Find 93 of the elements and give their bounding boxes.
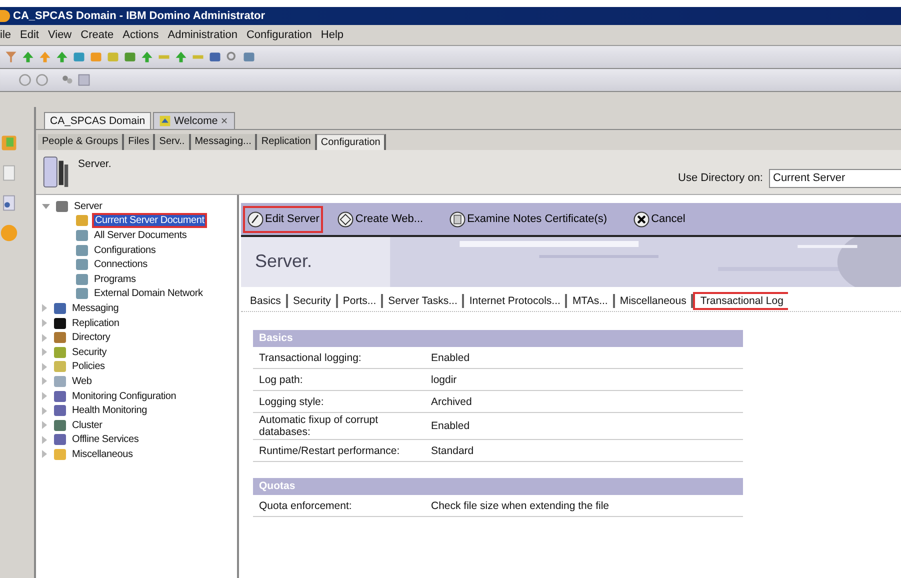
arrow-icon[interactable] bbox=[140, 50, 154, 64]
tree-item[interactable]: Configurations bbox=[92, 244, 158, 257]
expander-icon[interactable] bbox=[42, 362, 47, 371]
menu-item[interactable]: Help bbox=[320, 29, 344, 41]
tree-item[interactable]: External Domain Network bbox=[92, 287, 205, 300]
action-button[interactable]: Examine Notes Certificate(s) bbox=[445, 206, 612, 232]
tree-item[interactable]: Web bbox=[70, 374, 94, 388]
window-title: CA_SPCAS Domain - IBM Domino Administrator bbox=[13, 10, 265, 22]
section-header: Basics bbox=[253, 330, 743, 347]
tree-item[interactable]: Replication bbox=[70, 316, 122, 330]
close-icon bbox=[633, 210, 650, 228]
section-header: Quotas bbox=[253, 478, 743, 495]
tab[interactable]: Transactional Log bbox=[693, 292, 788, 310]
tab[interactable]: Security bbox=[288, 294, 338, 308]
tree-item[interactable]: Monitoring Configuration bbox=[70, 390, 178, 403]
tab[interactable]: Basics bbox=[245, 294, 288, 308]
tab[interactable]: Replication bbox=[257, 134, 317, 150]
tree-item[interactable]: Programs bbox=[92, 272, 138, 286]
field-label: Runtime/Restart performance: bbox=[258, 444, 401, 456]
tab[interactable]: Ports... bbox=[338, 294, 384, 308]
close-icon[interactable]: ✕ bbox=[220, 116, 229, 126]
tab[interactable]: Serv.. bbox=[155, 134, 191, 150]
directory-label: Use Directory on: bbox=[678, 172, 763, 184]
tab[interactable]: People & Groups bbox=[38, 134, 124, 150]
menu-item[interactable]: Actions bbox=[122, 29, 159, 41]
tree-item[interactable]: Security bbox=[70, 346, 109, 359]
tree-item[interactable]: Current Server Document bbox=[92, 213, 208, 228]
field-label: Log path: bbox=[258, 374, 304, 386]
expander-icon[interactable] bbox=[42, 304, 47, 312]
menu-item[interactable]: Edit bbox=[20, 29, 39, 41]
certificate-icon bbox=[449, 210, 466, 228]
chat-icon[interactable] bbox=[18, 73, 32, 87]
menu-item[interactable]: View bbox=[48, 29, 72, 41]
tab[interactable]: Server Tasks... bbox=[383, 294, 464, 308]
arrow-icon[interactable] bbox=[38, 50, 52, 64]
tree-item[interactable]: All Server Documents bbox=[92, 228, 189, 242]
tree-item[interactable]: Policies bbox=[70, 360, 107, 374]
field-value: Enabled bbox=[430, 352, 470, 364]
tree-item[interactable]: Health Monitoring bbox=[70, 404, 149, 418]
field-label: Automatic fixup of corrupt databases: bbox=[258, 414, 380, 438]
arrow-icon[interactable] bbox=[174, 50, 188, 64]
menu-item[interactable]: Configuration bbox=[246, 29, 312, 41]
expander-icon[interactable] bbox=[42, 436, 47, 444]
tab[interactable]: Files bbox=[124, 134, 156, 150]
expander-icon[interactable] bbox=[42, 377, 47, 386]
expander-icon[interactable] bbox=[42, 450, 47, 458]
field-label: Logging style: bbox=[258, 396, 325, 408]
pencil-icon bbox=[247, 210, 264, 228]
field-value: Check file size when extending the file bbox=[430, 500, 610, 512]
action-button[interactable]: Edit Server bbox=[243, 206, 324, 232]
tab[interactable]: Messaging... bbox=[190, 134, 258, 150]
action-button[interactable]: Create Web... bbox=[333, 206, 428, 232]
tree-item[interactable]: Connections bbox=[92, 258, 150, 272]
expander-icon[interactable] bbox=[42, 319, 47, 328]
tree-item[interactable]: Server bbox=[72, 200, 104, 213]
tree-item[interactable]: Offline Services bbox=[70, 433, 141, 446]
tab[interactable]: MTAs... bbox=[567, 294, 615, 308]
document-title: Server. bbox=[255, 251, 312, 272]
tab[interactable]: Welcome ✕ bbox=[153, 112, 235, 129]
action-button[interactable]: Cancel bbox=[629, 206, 690, 232]
expander-icon[interactable] bbox=[42, 348, 47, 356]
arrow-icon[interactable] bbox=[55, 50, 69, 64]
field-value: Enabled bbox=[430, 420, 470, 432]
expander-icon[interactable] bbox=[42, 204, 50, 209]
tree-item[interactable]: Miscellaneous bbox=[70, 448, 135, 461]
arrow-icon[interactable] bbox=[21, 50, 35, 64]
field-label: Transactional logging: bbox=[258, 352, 362, 364]
tree-item[interactable]: Cluster bbox=[70, 418, 104, 432]
field-value: Standard bbox=[430, 444, 474, 456]
funnel-icon[interactable] bbox=[4, 50, 18, 64]
menu-item[interactable]: ile bbox=[0, 29, 12, 41]
tab[interactable]: Miscellaneous bbox=[614, 294, 694, 308]
chat-icon[interactable] bbox=[35, 73, 49, 87]
tab[interactable]: CA_SPCAS Domain bbox=[44, 112, 152, 129]
expander-icon[interactable] bbox=[42, 392, 47, 400]
badge-icon[interactable] bbox=[0, 224, 18, 242]
people-icon[interactable] bbox=[0, 134, 18, 152]
menu-item[interactable]: Administration bbox=[168, 29, 238, 41]
tree-item[interactable]: Messaging bbox=[70, 302, 121, 315]
tree-item[interactable]: Directory bbox=[70, 331, 112, 344]
field-value: Archived bbox=[430, 396, 472, 408]
diamond-icon bbox=[337, 210, 354, 228]
expander-icon[interactable] bbox=[42, 406, 47, 415]
expander-icon[interactable] bbox=[42, 421, 47, 430]
tab[interactable]: Internet Protocols... bbox=[464, 294, 568, 308]
menu-item[interactable]: Create bbox=[80, 29, 114, 41]
app-icon bbox=[0, 10, 10, 22]
field-value: logdir bbox=[430, 374, 457, 386]
tab[interactable]: Configuration bbox=[316, 134, 386, 150]
directory-field[interactable]: Current Server bbox=[769, 168, 901, 188]
expander-icon[interactable] bbox=[42, 334, 47, 342]
view-title: Server. bbox=[78, 158, 112, 170]
field-label: Quota enforcement: bbox=[258, 500, 353, 512]
